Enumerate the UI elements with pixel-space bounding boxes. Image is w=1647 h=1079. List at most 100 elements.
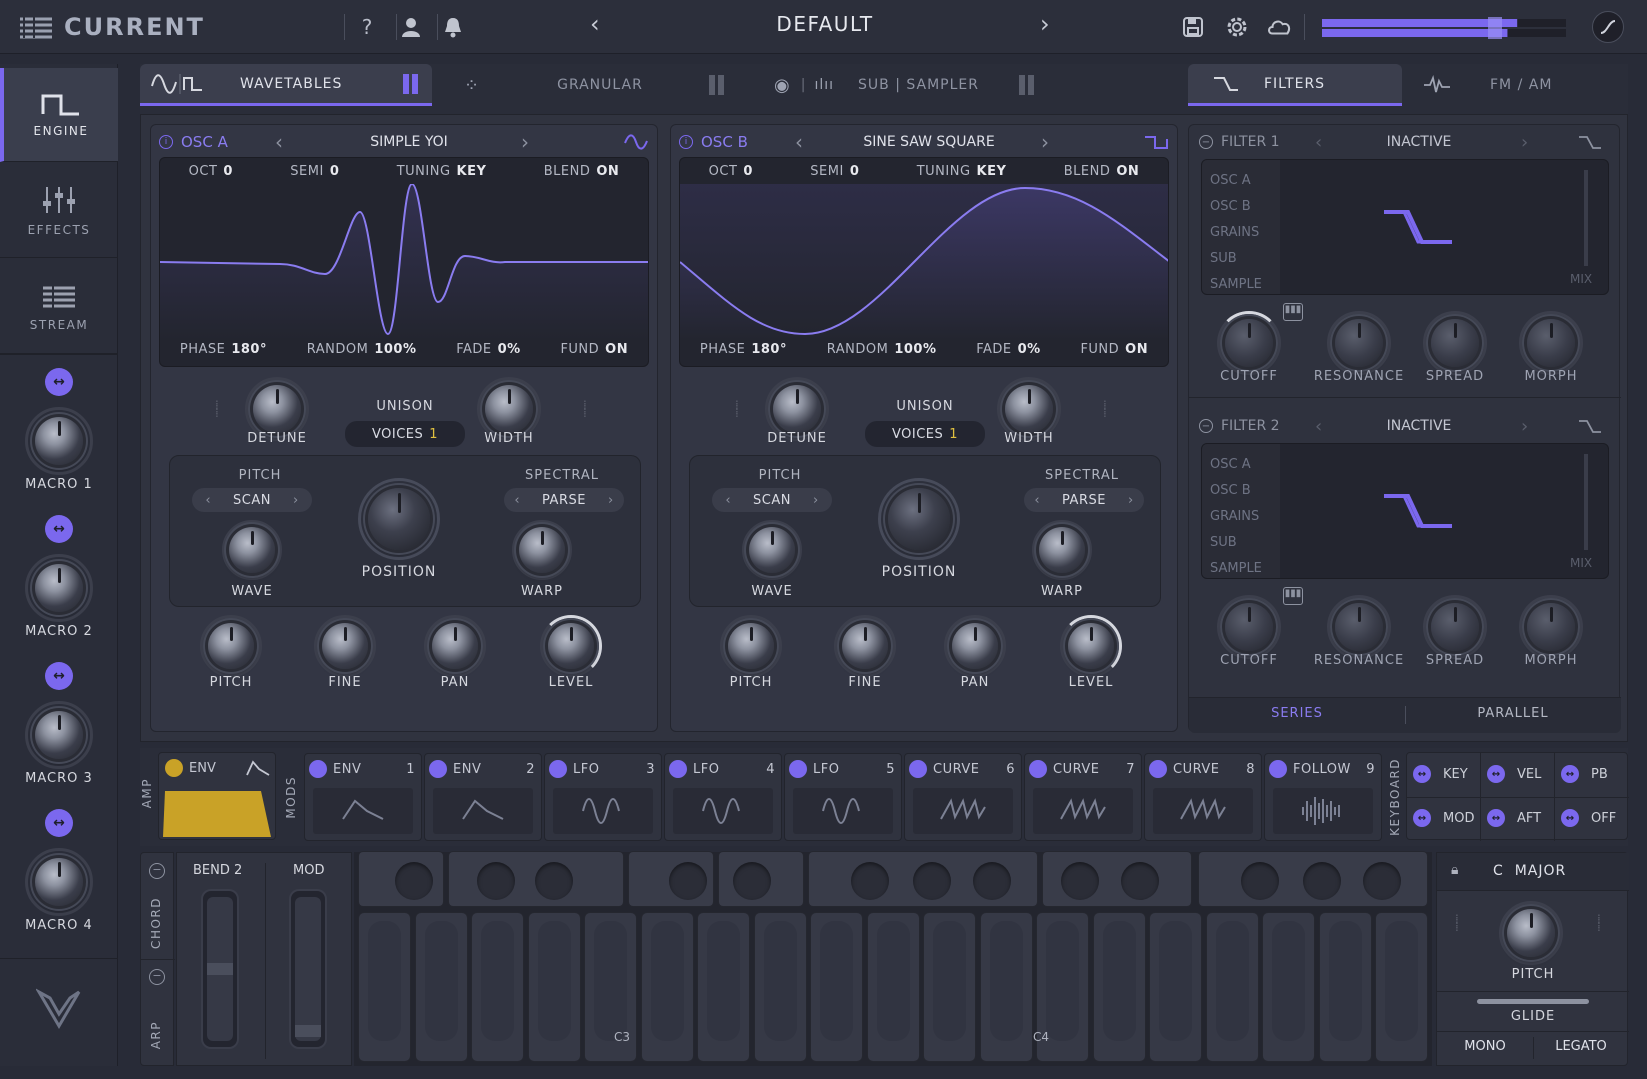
filter-2-spread-knob[interactable] [1431,603,1479,651]
sidebar-tab-effects[interactable]: EFFECTS [0,164,118,258]
kb-source-mod[interactable]: ↔ MOD [1413,809,1474,827]
sidebar-tab-engine[interactable]: ENGINE [0,68,118,162]
mod-cell-env-2[interactable]: ENV 2 [424,753,542,841]
osc-b-detune-knob[interactable] [773,385,821,433]
osc-a-fine-knob[interactable] [322,623,368,669]
piano-white-key[interactable] [1149,912,1202,1062]
filter-1-spread-knob[interactable] [1431,319,1479,367]
osc-b-wavetable-name[interactable]: SINE SAW SQUARE [809,134,1049,150]
curve-mode-button[interactable] [1592,11,1624,43]
osc-a-wave-knob[interactable] [229,527,275,573]
tab-sub-sampler[interactable]: ◉ | ılıı SUB | SAMPLER [760,64,1052,106]
osc-a-semi[interactable]: SEMI 0 [290,164,339,179]
osc-b-pitch-mode-selector[interactable]: ‹ SCAN › [712,488,832,512]
drag-handle-icon[interactable]: ⁞ ⁞ [583,399,587,419]
piano-white-key[interactable] [1262,912,1315,1062]
piano-black-key-group[interactable] [718,851,804,907]
mod-drag-icon[interactable] [549,760,567,778]
filter-1-display[interactable]: OSC A OSC B GRAINS SUB SAMPLE MIX [1201,159,1609,295]
osc-a-fund[interactable]: FUND ON [560,342,628,357]
drag-handle-icon[interactable]: ⁞ ⁞ [215,399,219,419]
mod-cell-lfo-4[interactable]: LFO 4 [664,753,782,841]
tab-filters[interactable]: FILTERS [1188,64,1402,106]
osc-b-waveform-display[interactable]: OCT 0 SEMI 0 TUNING KEY BLEND ON PHASE 180° R… [679,157,1169,367]
piano-black-key[interactable] [395,862,433,900]
filter-1-mix-slider[interactable] [1584,170,1588,266]
osc-b-fund[interactable]: FUND ON [1080,342,1148,357]
piano-black-key[interactable] [1363,862,1401,900]
piano-white-key[interactable] [358,912,411,1062]
kb-source-off[interactable]: ↔ OFF [1561,809,1616,827]
osc-a-spectral-selector[interactable]: ‹ PARSE › [504,488,624,512]
arp-label[interactable]: ARP [149,1021,163,1049]
kb-source-aft[interactable]: ↔ AFT [1487,809,1541,827]
piano-white-key[interactable] [810,912,863,1062]
routing-parallel-button[interactable]: PARALLEL [1405,706,1621,721]
piano-white-key[interactable] [1205,912,1259,1062]
gear-icon[interactable] [1224,14,1250,40]
piano-black-key[interactable] [1061,862,1099,900]
piano-white-key[interactable] [414,912,468,1062]
osc-b-warp-knob[interactable] [1039,527,1085,573]
filter-1-power-icon[interactable]: − [1199,135,1213,149]
filter-2-prev-type[interactable]: ‹ [1315,416,1322,437]
macro-1-mod-source[interactable]: ↔ [45,368,73,396]
piano-black-key-group[interactable] [448,851,624,907]
mod-drag-icon[interactable] [1149,760,1167,778]
filter-2-next-type[interactable]: › [1521,416,1528,437]
mod-drag-icon[interactable] [669,760,687,778]
glide-slider[interactable] [1477,999,1589,1004]
macro-3-knob[interactable] [35,711,83,759]
osc-b-width-knob[interactable] [1005,385,1053,433]
power-bars-icon[interactable] [1019,75,1034,95]
osc-b-wave-knob[interactable] [749,527,795,573]
osc-a-blend[interactable]: BLEND ON [544,164,620,179]
filter-2-cutoff-knob[interactable] [1225,603,1273,651]
piano-black-key[interactable] [913,862,951,900]
mod-drag-icon[interactable] [789,760,807,778]
osc-a-detune-knob[interactable] [253,385,301,433]
mod-wheel[interactable] [289,889,327,1049]
osc-b-random[interactable]: RANDOM 100% [827,342,937,357]
mod-cell-lfo-3[interactable]: LFO 3 [544,753,662,841]
osc-b-next-wavetable[interactable]: › [1041,130,1049,154]
macro-2-mod-source[interactable]: ↔ [45,515,73,543]
mod-drag-icon[interactable] [1269,760,1287,778]
piano-black-key[interactable] [1241,862,1279,900]
lock-icon[interactable]: 🔒︎ [1451,862,1458,878]
pitch-bend-wheel[interactable] [201,889,239,1049]
piano-black-key-group[interactable] [358,851,444,907]
keytrack-piano-icon[interactable]: ▮▮▮ [1283,303,1303,321]
osc-b-position-knob[interactable] [888,488,950,550]
piano-black-key[interactable] [669,862,707,900]
osc-a-voices-selector[interactable]: VOICES 1 [345,421,465,447]
bell-icon[interactable] [440,14,466,40]
filter-1-resonance-knob[interactable] [1335,319,1383,367]
mod-cell-env-1[interactable]: ENV 1 [304,753,422,841]
kb-pitch-knob[interactable] [1507,909,1555,957]
filter-2-power-icon[interactable]: − [1199,419,1213,433]
amp-env-drag-icon[interactable] [165,759,183,777]
prev-preset-button[interactable]: ‹ [590,10,600,38]
filter-1-prev-type[interactable]: ‹ [1315,132,1322,153]
osc-a-fade[interactable]: FADE 0% [456,342,520,357]
osc-a-prev-wavetable[interactable]: ‹ [275,130,283,154]
piano-black-key[interactable] [1303,862,1341,900]
filter-2-display[interactable]: OSC A OSC B GRAINS SUB SAMPLE MIX [1201,443,1609,579]
filter-2-morph-knob[interactable] [1527,603,1575,651]
piano-black-key-group[interactable] [628,851,714,907]
sidebar-tab-stream[interactable]: STREAM [0,260,118,354]
drag-handle-icon[interactable]: ⁞ ⁞ [1455,913,1459,933]
cloud-icon[interactable] [1266,14,1292,40]
osc-b-blend[interactable]: BLEND ON [1064,164,1140,179]
osc-b-fine-knob[interactable] [842,623,888,669]
scale-header[interactable]: 🔒︎ C MAJOR [1437,853,1629,891]
filter-2-resonance-knob[interactable] [1335,603,1383,651]
mod-cell-curve-8[interactable]: CURVE 8 [1144,753,1262,841]
mod-cell-lfo-5[interactable]: LFO 5 [784,753,902,841]
tab-wavetables[interactable]: WAVETABLES [140,64,432,106]
filter-1-sources[interactable]: OSC A OSC B GRAINS SUB SAMPLE [1210,168,1262,294]
piano-white-key[interactable] [1375,912,1428,1062]
osc-a-next-wavetable[interactable]: › [521,130,529,154]
mod-drag-icon[interactable] [309,760,327,778]
